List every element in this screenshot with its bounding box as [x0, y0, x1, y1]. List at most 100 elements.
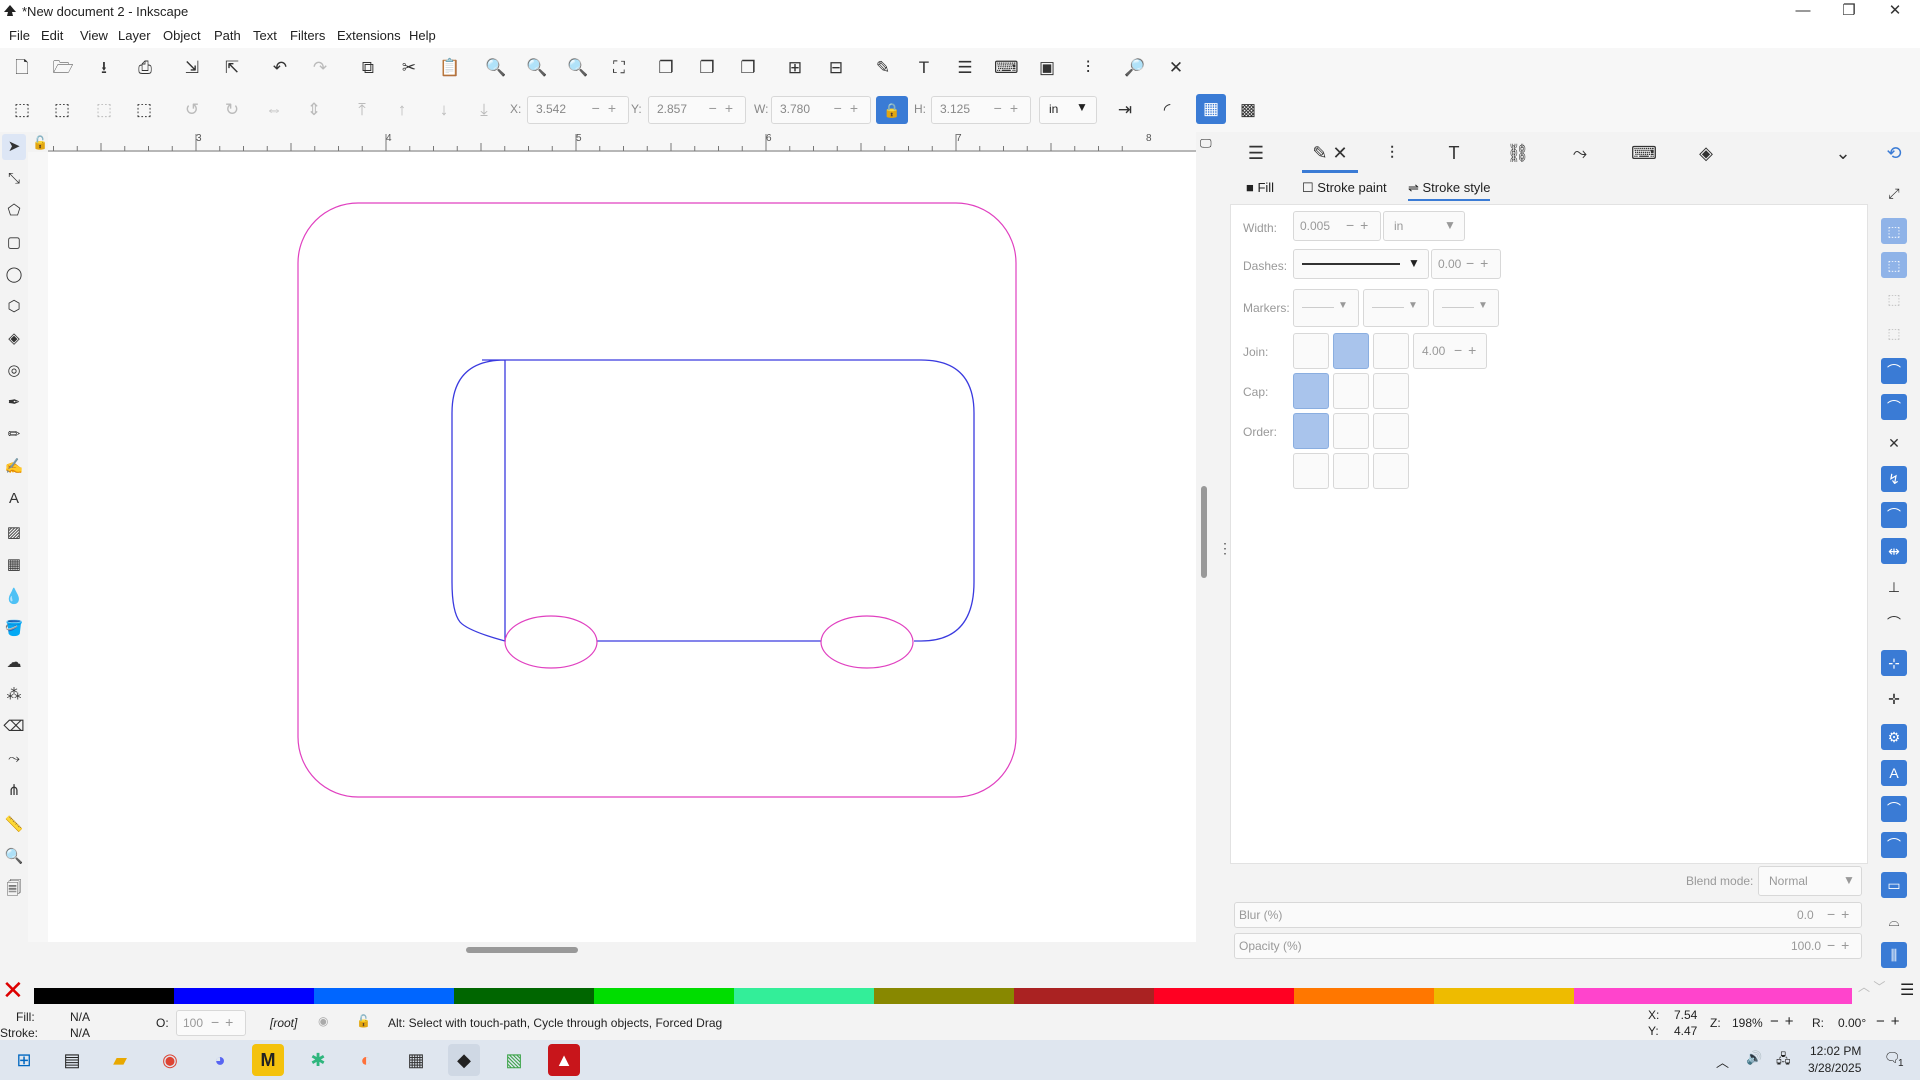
snap-toggle-icon[interactable]: ⟲: [1881, 140, 1907, 166]
dash-offset-input[interactable]: 0.00 −+: [1431, 249, 1501, 279]
menu-edit[interactable]: Edit: [41, 28, 63, 43]
palette-swatch[interactable]: [1014, 988, 1154, 1004]
palette-swatch[interactable]: [1574, 988, 1852, 1004]
shape-builder-icon[interactable]: ⬠: [2, 198, 26, 224]
height-stepper[interactable]: −+: [994, 100, 1026, 116]
butt-cap-button[interactable]: [1293, 373, 1329, 409]
calculator-icon[interactable]: ▦: [400, 1044, 432, 1076]
snap-bbox-edge-icon[interactable]: ⬚: [1881, 218, 1907, 244]
select-same-icon[interactable]: ⬚: [132, 98, 156, 122]
snap-cusp-icon[interactable]: ↯: [1881, 466, 1907, 492]
group-icon[interactable]: ⊞: [783, 56, 807, 80]
tab-transform-icon[interactable]: ⛓: [1490, 136, 1546, 170]
miter-join-button[interactable]: [1373, 333, 1409, 369]
snap-bbox-corner-icon[interactable]: ⬚: [1881, 252, 1907, 278]
menu-extensions[interactable]: Extensions: [337, 28, 401, 43]
lower-bottom-icon[interactable]: ⤓: [472, 98, 496, 122]
order-stroke-fill-markers-button[interactable]: [1333, 413, 1369, 449]
horizontal-scroll-thumb[interactable]: [466, 947, 578, 953]
dash-pattern-select[interactable]: ▼: [1293, 249, 1429, 279]
inner-rounded-shape[interactable]: [451, 359, 975, 642]
order-stroke-markers-fill-button[interactable]: [1333, 453, 1369, 489]
gradient-tool-icon[interactable]: ▨: [2, 520, 26, 546]
measure-tool-icon[interactable]: 📏: [2, 812, 26, 838]
text-font-icon[interactable]: T: [912, 56, 936, 80]
raise-top-icon[interactable]: ⤒: [350, 98, 374, 122]
snap-bbox-icon[interactable]: ⤢: [1881, 180, 1907, 206]
flip-horizontal-icon[interactable]: ⇔: [262, 98, 286, 122]
notepad-icon[interactable]: ▧: [498, 1044, 530, 1076]
lock-icon[interactable]: 🔓: [356, 1014, 371, 1028]
chrome-icon[interactable]: ◉: [154, 1044, 186, 1076]
snap-rotation-center-icon[interactable]: ✛: [1881, 686, 1907, 712]
eye-icon[interactable]: ◉: [318, 1014, 328, 1028]
blend-mode-select[interactable]: Normal ▼: [1758, 866, 1862, 896]
star-tool-icon[interactable]: ⬡: [2, 294, 26, 320]
miter-limit-stepper[interactable]: −+: [1454, 342, 1482, 358]
no-paint-icon[interactable]: ✕: [2, 976, 24, 1004]
duplicate-icon[interactable]: ❐: [654, 56, 678, 80]
snap-perpendicular-icon[interactable]: ⊥: [1881, 574, 1907, 600]
import-icon[interactable]: ⇲: [180, 56, 204, 80]
minimize-button[interactable]: —: [1780, 0, 1826, 24]
opacity-slider[interactable]: Opacity (%) 100.0 −+: [1234, 933, 1862, 959]
end-marker-select[interactable]: ▼: [1433, 289, 1499, 327]
palette-swatch[interactable]: [734, 988, 874, 1004]
paste-icon[interactable]: 📋: [438, 56, 462, 80]
blur-slider[interactable]: Blur (%) 0.0 −+: [1234, 902, 1862, 928]
snap-tangent-icon[interactable]: ⌒: [1881, 610, 1907, 636]
order-fill-markers-stroke-button[interactable]: [1373, 413, 1409, 449]
ungroup-icon[interactable]: ⊟: [824, 56, 848, 80]
menu-layer[interactable]: Layer: [118, 28, 151, 43]
connector-tool-icon[interactable]: ⤳: [2, 746, 26, 772]
scale-stroke-icon[interactable]: ⇥: [1113, 98, 1137, 122]
menu-help[interactable]: Help: [409, 28, 436, 43]
network-icon[interactable]: 🖧: [1776, 1050, 1791, 1072]
palette-scroll-icon[interactable]: ︿ ﹀: [1858, 978, 1885, 995]
snap-object-center-icon[interactable]: ⊹: [1881, 650, 1907, 676]
y-stepper[interactable]: −+: [709, 100, 741, 116]
rectangle-tool-icon[interactable]: ▢: [2, 230, 26, 256]
zoom-width-icon[interactable]: ⛶: [607, 56, 631, 80]
tab-align-icon[interactable]: ⫶: [1364, 136, 1420, 170]
zoom-stepper[interactable]: −+: [1770, 1013, 1800, 1030]
fill-indicator[interactable]: N/A: [70, 1010, 90, 1024]
miter-limit-input[interactable]: 4.00 −+: [1413, 333, 1487, 369]
start-icon[interactable]: ⊞: [8, 1044, 40, 1076]
tab-layers-icon[interactable]: ☰: [1228, 136, 1284, 170]
palette-swatch[interactable]: [454, 988, 594, 1004]
tab-xml-icon[interactable]: ⌨: [1616, 136, 1672, 170]
opacity-input[interactable]: 100 −+: [176, 1010, 246, 1036]
volume-icon[interactable]: 🔊: [1746, 1050, 1762, 1066]
drawing-canvas[interactable]: [48, 152, 1196, 942]
box3d-tool-icon[interactable]: ◈: [2, 326, 26, 352]
raise-icon[interactable]: ↑: [390, 98, 414, 122]
menu-text[interactable]: Text: [253, 28, 277, 43]
miro-icon[interactable]: M: [252, 1044, 284, 1076]
tab-path-effects-icon[interactable]: ⤳: [1552, 136, 1608, 170]
right-wheel-ellipse[interactable]: [820, 615, 914, 669]
width-stepper[interactable]: −+: [834, 100, 866, 116]
save-icon[interactable]: ⭳: [92, 56, 116, 80]
pages-tool-icon[interactable]: 🗐: [2, 876, 26, 902]
zoom-tool-icon[interactable]: 🔍: [2, 844, 26, 870]
menu-file[interactable]: File: [9, 28, 30, 43]
eraser-tool-icon[interactable]: ⌫: [2, 714, 26, 740]
menu-path[interactable]: Path: [214, 28, 241, 43]
start-marker-select[interactable]: ▼: [1293, 289, 1359, 327]
selector-tool-icon[interactable]: ➤: [2, 134, 26, 160]
firefox-icon[interactable]: ◐: [350, 1044, 382, 1076]
tools-icon[interactable]: ✕: [1164, 56, 1188, 80]
mesh-tool-icon[interactable]: ▦: [2, 552, 26, 578]
open-icon[interactable]: 🗁: [51, 56, 75, 80]
rotation-stepper[interactable]: −+: [1876, 1013, 1906, 1030]
menu-filters[interactable]: Filters: [290, 28, 325, 43]
align-distribute-icon[interactable]: ⫶: [1076, 56, 1100, 80]
pen-tool-icon[interactable]: ✒: [2, 390, 26, 416]
zoom-page-icon[interactable]: 🔍: [566, 56, 590, 80]
zoom-input[interactable]: 198% −+: [1726, 1010, 1804, 1034]
snap-bbox-midpoint-icon[interactable]: ⬚: [1881, 286, 1907, 312]
palette-swatch[interactable]: [1434, 988, 1574, 1004]
tab-text-icon[interactable]: T: [1426, 136, 1482, 170]
clock-time[interactable]: 12:02 PM: [1810, 1044, 1861, 1058]
